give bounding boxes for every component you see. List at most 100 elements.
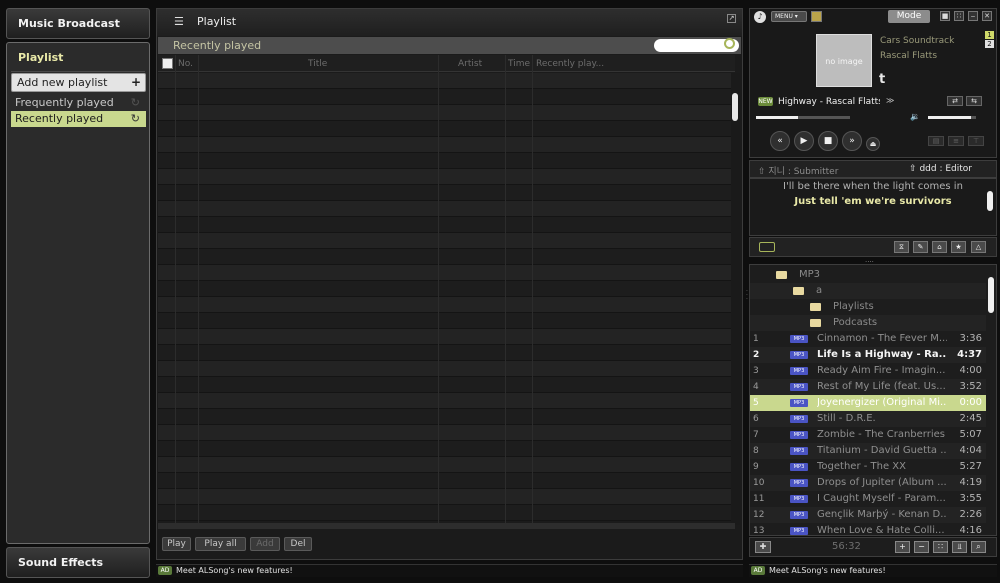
menu-button[interactable]: MENU ▾	[771, 11, 807, 22]
alarm-icon[interactable]: △	[971, 241, 986, 253]
table-row[interactable]	[158, 89, 735, 105]
table-row[interactable]	[158, 473, 735, 489]
repeat-icon[interactable]: ⇄	[947, 96, 963, 106]
table-row[interactable]	[158, 393, 735, 409]
restore-window-icon[interactable]: ↗	[727, 14, 736, 23]
stop-button[interactable]: ■	[818, 131, 838, 151]
list-icon[interactable]: ≡	[948, 136, 964, 146]
table-row[interactable]	[158, 73, 735, 89]
star-icon[interactable]: ★	[951, 241, 966, 253]
eject-button[interactable]: ⏏	[866, 137, 880, 151]
library-track[interactable]: 5 MP3 Joyenergizer (Original Mi... 0:00	[750, 395, 986, 411]
table-row[interactable]	[158, 489, 735, 505]
add-icon[interactable]: +	[895, 541, 910, 553]
play-all-button[interactable]: Play all	[195, 537, 246, 551]
add-button[interactable]: Add	[250, 537, 280, 551]
library-track[interactable]: 12 MP3 Gençlik Marþý - Kenan D... 2:26	[750, 507, 986, 523]
close-icon[interactable]: ✕	[982, 11, 992, 21]
playlist-item-frequently-played[interactable]: Frequently played ↻	[11, 95, 146, 111]
search-icon[interactable]: ⌕	[971, 541, 986, 553]
table-row[interactable]	[158, 265, 735, 281]
library-track[interactable]: 8 MP3 Titanium - David Guetta ... 4:04	[750, 443, 986, 459]
table-row[interactable]	[158, 137, 735, 153]
previous-button[interactable]: «	[770, 131, 790, 151]
table-row[interactable]	[158, 377, 735, 393]
library-track[interactable]: 7 MP3 Zombie - The Cranberries 5:07	[750, 427, 986, 443]
library-folder[interactable]: a	[750, 283, 986, 299]
table-row[interactable]	[158, 153, 735, 169]
table-row[interactable]	[158, 361, 735, 377]
column-artist[interactable]: Artist	[458, 59, 482, 69]
eq-slider-icon[interactable]: ⊤	[968, 136, 984, 146]
sort-icon[interactable]: ⫫	[952, 541, 967, 553]
table-row[interactable]	[158, 505, 735, 521]
table-row[interactable]	[158, 185, 735, 201]
table-row[interactable]	[158, 409, 735, 425]
library-track[interactable]: 1 MP3 Cinnamon - The Fever M... 3:36	[750, 331, 986, 347]
table-row[interactable]	[158, 169, 735, 185]
table-row[interactable]	[158, 313, 735, 329]
table-row[interactable]	[158, 425, 735, 441]
minimize-icon[interactable]: ‒	[968, 11, 978, 21]
shuffle-icon[interactable]: ⇆	[966, 96, 982, 106]
column-title[interactable]: Title	[308, 59, 327, 69]
add-new-playlist-button[interactable]: Add new playlist +	[11, 73, 146, 92]
play-button[interactable]: Play	[162, 537, 191, 551]
resize-handle[interactable]: ....	[865, 256, 874, 264]
mini-mode-icon[interactable]: ■	[940, 11, 950, 21]
lyrics-window-icon[interactable]	[759, 242, 775, 252]
table-row[interactable]	[158, 457, 735, 473]
seek-bar[interactable]	[756, 116, 850, 119]
horizontal-scrollbar[interactable]	[158, 523, 735, 529]
scrollbar-thumb[interactable]	[732, 93, 738, 121]
equalizer-icon[interactable]: ▤	[928, 136, 944, 146]
status-bar-right[interactable]: AD Meet ALSong's new features!	[749, 564, 997, 577]
library-folder[interactable]: Playlists	[750, 299, 986, 315]
library-track[interactable]: 9 MP3 Together - The XX 5:27	[750, 459, 986, 475]
mode-button[interactable]: Mode	[888, 10, 930, 23]
table-row[interactable]	[158, 281, 735, 297]
splitter-handle[interactable]: · · ·	[746, 289, 748, 303]
page-indicator-1[interactable]: 1	[985, 31, 994, 39]
skin-icon[interactable]	[811, 11, 822, 22]
library-track[interactable]: 4 MP3 Rest of My Life (feat. Us... 3:52	[750, 379, 986, 395]
table-row[interactable]	[158, 233, 735, 249]
column-time[interactable]: Time	[508, 59, 530, 69]
column-no[interactable]: No.	[178, 59, 193, 69]
vertical-scrollbar[interactable]	[731, 73, 740, 525]
search-icon[interactable]	[724, 38, 735, 49]
library-track[interactable]: 3 MP3 Ready Aim Fire - Imagin... 4:00	[750, 363, 986, 379]
status-message[interactable]: Meet ALSong's new features!	[769, 565, 886, 577]
library-track[interactable]: 6 MP3 Still - D.R.E. 2:45	[750, 411, 986, 427]
library-track[interactable]: 13 MP3 When Love & Hate Colli... 4:16	[750, 523, 986, 535]
table-row[interactable]	[158, 121, 735, 137]
library-track[interactable]: 11 MP3 I Caught Myself - Param... 3:55	[750, 491, 986, 507]
next-button[interactable]: »	[842, 131, 862, 151]
delete-button[interactable]: Del	[284, 537, 312, 551]
table-row[interactable]	[158, 201, 735, 217]
library-folder[interactable]: Podcasts	[750, 315, 986, 331]
shield-icon[interactable]: ⌂	[932, 241, 947, 253]
music-broadcast-button[interactable]: Music Broadcast	[6, 8, 150, 39]
sync-icon[interactable]: ⧖	[894, 241, 909, 253]
table-row[interactable]	[158, 217, 735, 233]
sound-effects-button[interactable]: Sound Effects	[6, 547, 150, 578]
table-row[interactable]	[158, 105, 735, 121]
play-pause-button[interactable]: ▶	[794, 131, 814, 151]
lyrics-scrollbar-thumb[interactable]	[987, 191, 993, 211]
remove-icon[interactable]: −	[914, 541, 929, 553]
page-indicator-2[interactable]: 2	[985, 40, 994, 48]
tile-icon[interactable]: ∷	[954, 11, 964, 21]
library-folder[interactable]: MP3	[750, 267, 986, 283]
select-all-checkbox[interactable]	[162, 58, 173, 69]
volume-slider[interactable]	[928, 116, 976, 119]
table-row[interactable]	[158, 329, 735, 345]
library-track[interactable]: 2 MP3 Life Is a Highway - Ra... 4:37	[750, 347, 986, 363]
volume-icon[interactable]: 🔉	[910, 112, 920, 121]
table-row[interactable]	[158, 297, 735, 313]
more-icon[interactable]: ≫	[886, 96, 894, 105]
table-row[interactable]	[158, 249, 735, 265]
table-row[interactable]	[158, 441, 735, 457]
status-bar-center[interactable]: AD Meet ALSong's new features!	[156, 564, 743, 577]
edit-icon[interactable]: ✎	[913, 241, 928, 253]
